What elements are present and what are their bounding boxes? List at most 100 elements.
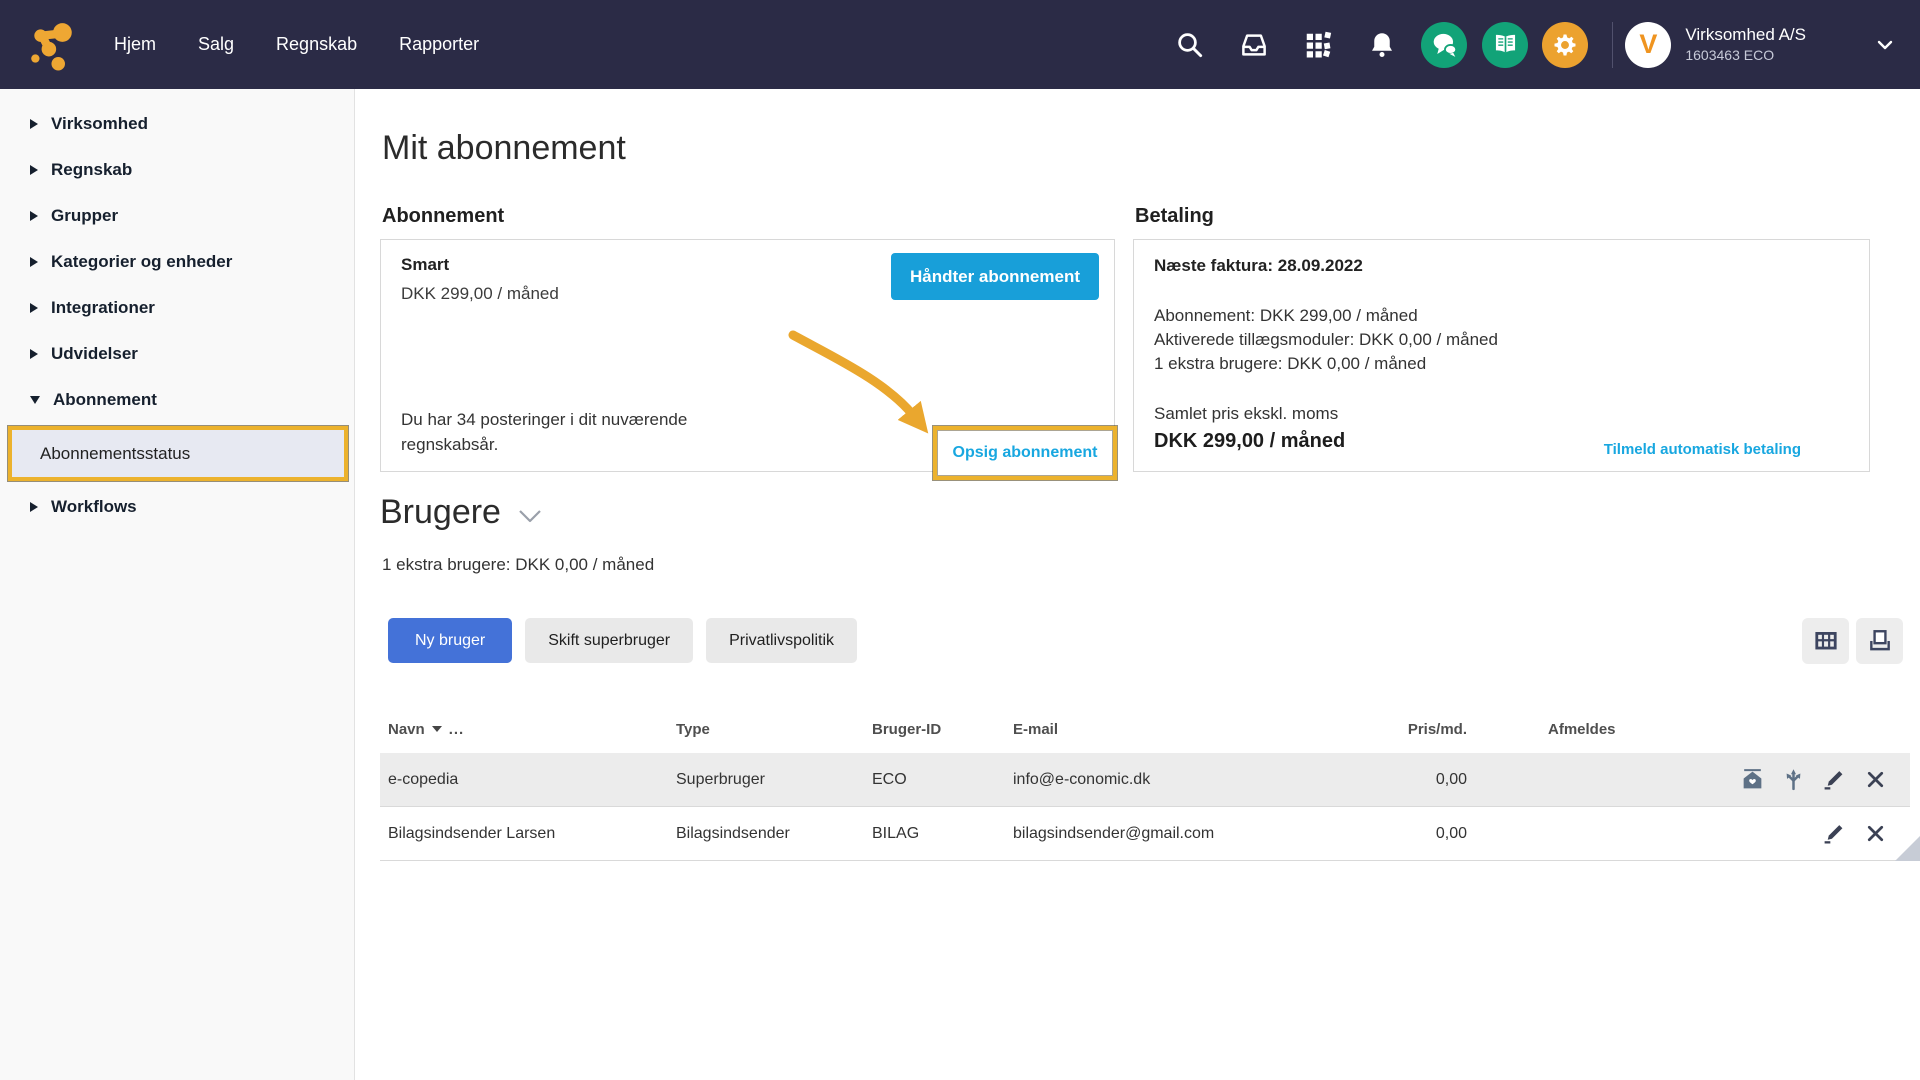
help-book-button[interactable] <box>1482 21 1529 68</box>
user-name: e-copedia <box>388 770 459 788</box>
sidebar: Virksomhed Regnskab Grupper Kategorier o… <box>0 89 355 1080</box>
column-header-user-id: Bruger-ID <box>872 720 942 738</box>
inbox-icon[interactable] <box>1239 30 1269 60</box>
company-switcher[interactable]: Virksomhed A/S 1603463 ECO <box>1685 24 1806 64</box>
sidebar-item-abonnementsstatus[interactable]: Abonnementsstatus <box>12 430 344 477</box>
privacy-policy-button[interactable]: Privatlivspolitik <box>706 618 858 663</box>
cancel-subscription-link[interactable]: Opsig abonnement <box>953 444 1098 462</box>
collapsed-triangle-icon <box>30 303 38 313</box>
autopay-link[interactable]: Tilmeld automatisk betaling <box>1604 441 1801 458</box>
print-button[interactable] <box>1856 618 1903 664</box>
user-type: Bilagsindsender <box>676 824 790 842</box>
collapsed-triangle-icon <box>30 165 38 175</box>
table-tools <box>1802 618 1903 664</box>
extra-users-line: 1 ekstra brugere: DKK 0,00 / måned <box>382 555 655 574</box>
user-id: BILAG <box>872 824 920 842</box>
nav-salg[interactable]: Salg <box>198 34 234 55</box>
users-actions: Ny bruger Skift superbruger Privatlivspo… <box>388 618 858 663</box>
table-row[interactable]: e-copedia Superbruger ECO info@e-conomic… <box>380 753 1910 807</box>
collapsed-triangle-icon <box>30 257 38 267</box>
payment-card: Næste faktura: 28.09.2022 Abonnement: DK… <box>1133 239 1870 472</box>
annotation-highlight-box-sidebar: Abonnementsstatus <box>8 426 348 481</box>
sidebar-item-udvidelser[interactable]: Udvidelser <box>0 331 354 377</box>
sidebar-item-regnskab[interactable]: Regnskab <box>0 147 354 193</box>
search-icon[interactable] <box>1175 30 1205 60</box>
sidebar-subitem-label: Abonnementsstatus <box>40 443 191 463</box>
open-book-icon <box>1495 34 1515 53</box>
company-avatar[interactable]: V <box>1625 21 1672 68</box>
nav-rapporter[interactable]: Rapporter <box>399 34 479 55</box>
user-id: ECO <box>872 770 907 788</box>
collapsed-triangle-icon <box>30 211 38 221</box>
sidebar-item-label: Workflows <box>51 497 137 516</box>
e-conomic-logo[interactable] <box>26 19 78 71</box>
sidebar-item-integrationer[interactable]: Integrationer <box>0 285 354 331</box>
apps-grid-icon[interactable] <box>1303 30 1333 60</box>
branch-access-icon[interactable] <box>1781 767 1806 792</box>
user-name: Bilagsindsender Larsen <box>388 824 556 842</box>
chevron-down-icon[interactable] <box>1876 38 1894 52</box>
sidebar-item-label: Regnskab <box>51 160 133 179</box>
main-content: Mit abonnement Abonnement Betaling Smart… <box>355 89 1920 1080</box>
payment-breakdown: Abonnement: DKK 299,00 / måned Aktivered… <box>1154 304 1498 376</box>
table-header-row: Navn ... Type Bruger-ID E-mail Pris/md. … <box>380 705 1910 753</box>
manage-subscription-button[interactable]: Håndter abonnement <box>890 253 1099 300</box>
plan-price: DKK 299,00 / måned <box>401 284 559 303</box>
app-window: Hjem Salg Regnskab Rapporter V Virksomhe… <box>0 0 1920 1080</box>
postings-line2: regnskabsår. <box>401 435 499 454</box>
expanded-triangle-icon <box>30 396 40 404</box>
postings-line1: Du har 34 posteringer i dit nuværende <box>401 410 688 429</box>
column-header-name[interactable]: Navn ... <box>380 721 668 738</box>
postings-note: Du har 34 posteringer i dit nuværende re… <box>401 407 687 457</box>
payment-section-title: Betaling <box>1135 205 1214 227</box>
topbar-right: V Virksomhed A/S 1603463 ECO <box>1175 21 1894 68</box>
sidebar-item-label: Grupper <box>51 206 119 225</box>
grid-view-button[interactable] <box>1802 618 1849 664</box>
total-value: DKK 299,00 / måned <box>1154 430 1346 452</box>
delete-x-icon[interactable] <box>1863 821 1888 846</box>
sidebar-item-virksomhed[interactable]: Virksomhed <box>0 101 354 147</box>
nav-hjem[interactable]: Hjem <box>114 34 156 55</box>
collapse-chevron-icon[interactable] <box>517 508 543 525</box>
grid-view-icon <box>1814 632 1837 650</box>
table-row[interactable]: Bilagsindsender Larsen Bilagsindsender B… <box>380 807 1910 861</box>
edit-pencil-icon[interactable] <box>1822 821 1847 846</box>
chat-button[interactable] <box>1421 21 1468 68</box>
new-user-button[interactable]: Ny bruger <box>388 618 513 663</box>
collapsed-triangle-icon <box>30 502 38 512</box>
payment-line-modules: Aktiverede tillægsmoduler: DKK 0,00 / må… <box>1154 330 1498 349</box>
sidebar-item-workflows[interactable]: Workflows <box>0 484 354 530</box>
user-price: 0,00 <box>1435 824 1467 842</box>
nav-regnskab[interactable]: Regnskab <box>276 34 357 55</box>
table-resize-corner[interactable] <box>1895 836 1920 861</box>
column-options-ellipsis[interactable]: ... <box>449 721 465 738</box>
main-nav: Hjem Salg Regnskab Rapporter <box>114 34 521 55</box>
plan-name: Smart <box>401 255 450 274</box>
change-superuser-button[interactable]: Skift superbruger <box>525 618 694 663</box>
column-header-price: Pris/md. <box>1407 720 1467 738</box>
topbar: Hjem Salg Regnskab Rapporter V Virksomhe… <box>0 0 1920 89</box>
user-email: info@e-conomic.dk <box>1013 770 1151 788</box>
home-icon[interactable] <box>1740 767 1765 792</box>
row-actions <box>1665 767 1910 792</box>
settings-button[interactable] <box>1542 21 1589 68</box>
sidebar-item-abonnement[interactable]: Abonnement <box>0 377 354 423</box>
sidebar-item-label: Abonnement <box>53 390 157 409</box>
collapsed-triangle-icon <box>30 119 38 129</box>
company-id: 1603463 ECO <box>1685 47 1775 64</box>
user-email: bilagsindsender@gmail.com <box>1013 824 1215 842</box>
users-table: Navn ... Type Bruger-ID E-mail Pris/md. … <box>380 705 1910 861</box>
gear-icon <box>1554 34 1576 56</box>
next-invoice: Næste faktura: 28.09.2022 <box>1154 256 1363 275</box>
column-header-type: Type <box>676 720 710 738</box>
sidebar-item-kategorier-og-enheder[interactable]: Kategorier og enheder <box>0 239 354 285</box>
annotation-arrow <box>788 330 929 434</box>
edit-pencil-icon[interactable] <box>1822 767 1847 792</box>
user-price: 0,00 <box>1435 770 1467 788</box>
sidebar-item-grupper[interactable]: Grupper <box>0 193 354 239</box>
sidebar-item-label: Udvidelser <box>51 344 138 363</box>
notifications-bell-icon[interactable] <box>1367 30 1397 60</box>
payment-line-extra-users: 1 ekstra brugere: DKK 0,00 / måned <box>1154 354 1427 373</box>
delete-x-icon[interactable] <box>1863 767 1888 792</box>
sidebar-item-label: Virksomhed <box>51 114 149 133</box>
